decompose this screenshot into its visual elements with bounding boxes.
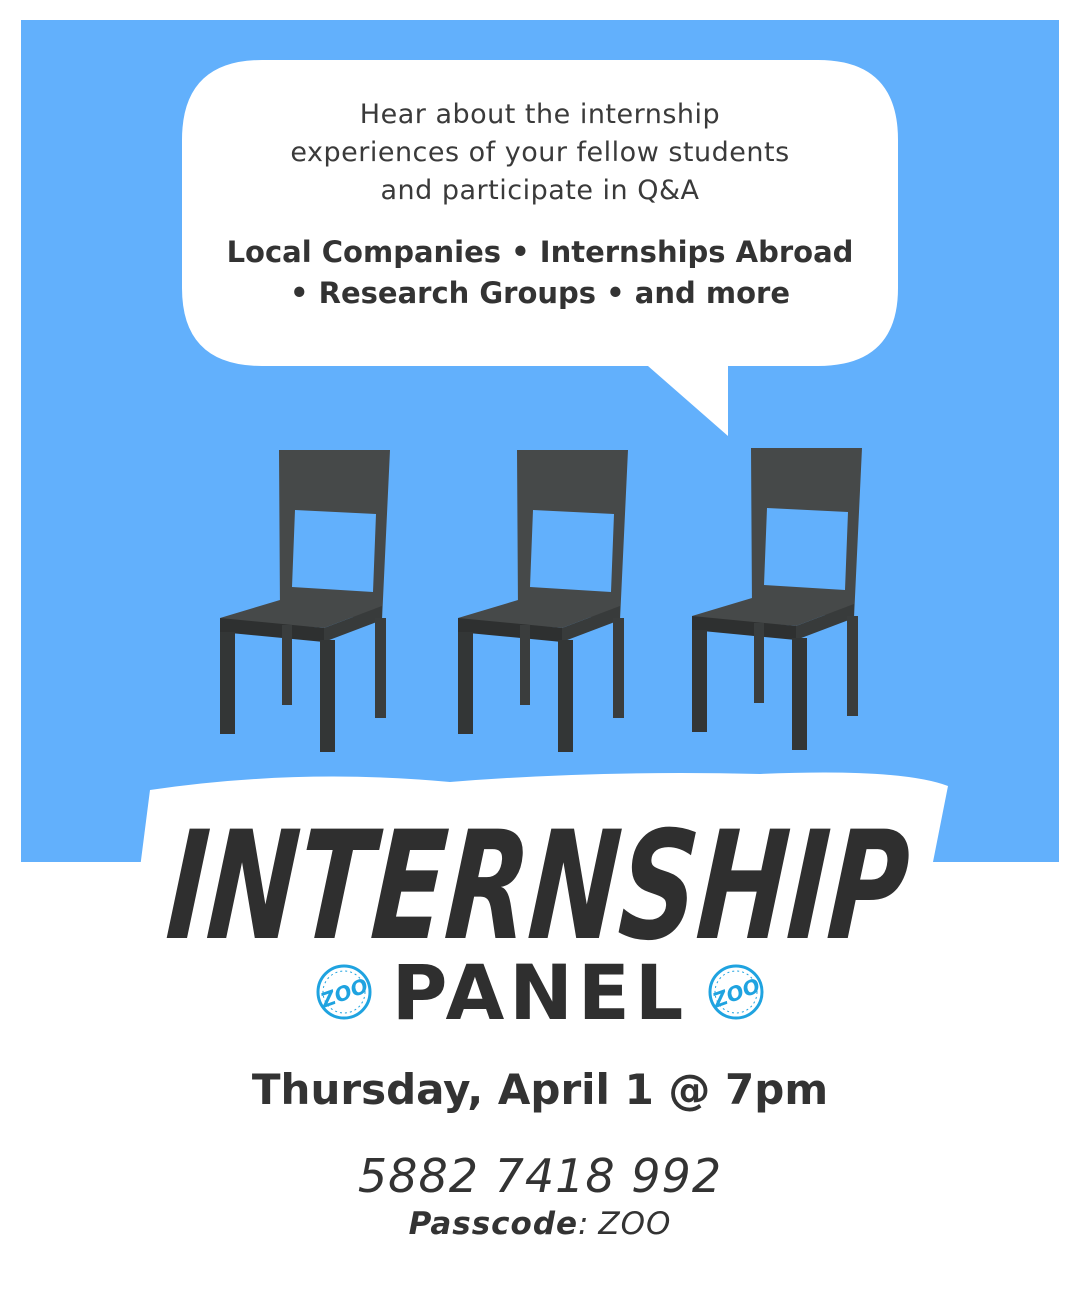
event-date: Thursday, April 1 @ 7pm [251,1065,829,1114]
passcode-value[interactable]: ZOO [598,1206,671,1242]
zoo-logo-icon: ZOO [316,964,372,1020]
passcode-label: Passcode [408,1206,579,1242]
panel-title: PANEL [391,948,689,1037]
zoo-logo-icon: ZOO [708,964,764,1020]
passcode-line: Passcode: ZOO [0,1203,1080,1245]
panel-row: ZOO PANEL ZOO [0,948,1080,1038]
passcode-separator: : [578,1206,589,1242]
meeting-id[interactable]: 5882 7418 992 [0,1146,1080,1206]
